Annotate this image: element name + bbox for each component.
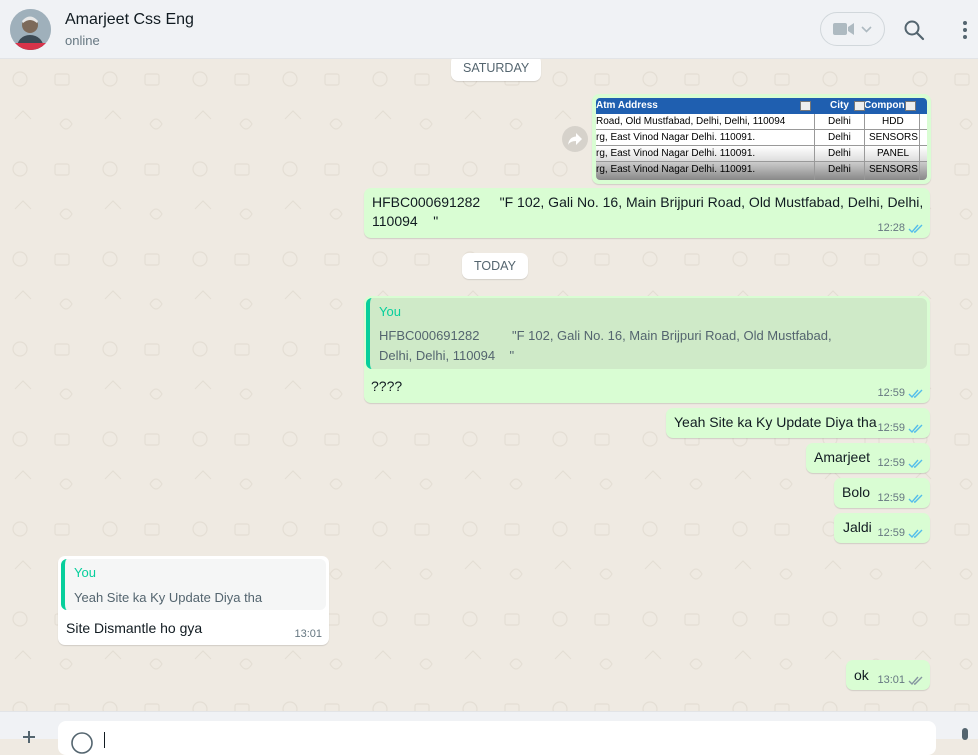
message-text: Site Dismantle ho gya xyxy=(66,620,203,636)
double-check-icon xyxy=(908,459,923,468)
message-text: ???? xyxy=(371,378,403,394)
contact-status: online xyxy=(65,33,100,48)
date-divider-saturday: SATURDAY xyxy=(451,59,542,81)
sheet-cell: Delhi xyxy=(828,132,851,143)
quote-text: Yeah Site ka Ky Update Diya tha xyxy=(74,590,263,605)
quote-text: Delhi, Delhi, 110094 " xyxy=(379,348,515,363)
outgoing-message[interactable]: ok 13:01 xyxy=(846,660,930,690)
sheet-cell: Road, Old Mustfabad, Delhi, Delhi, 11009… xyxy=(596,116,786,127)
message-meta: 12:59 xyxy=(877,527,924,539)
contact-name[interactable]: Amarjeet Css Eng xyxy=(65,11,194,29)
filter-dropdown-icon xyxy=(905,101,916,111)
message-time: 12:59 xyxy=(877,387,905,399)
quoted-message[interactable]: You HFBC000691282 "F 102, Gali No. 16, M… xyxy=(366,298,927,369)
quoted-message[interactable]: You Yeah Site ka Ky Update Diya tha xyxy=(61,559,326,610)
sheet-cell: rg, East Vinod Nagar Delhi. 110091. xyxy=(596,148,756,159)
outgoing-message[interactable]: Bolo 12:59 xyxy=(834,478,930,508)
sheet-cell: rg, East Vinod Nagar Delhi. 110091. xyxy=(596,132,756,143)
double-check-icon xyxy=(908,494,923,503)
sheet-header-component: Compon xyxy=(864,100,905,111)
incoming-reply-message[interactable]: You Yeah Site ka Ky Update Diya tha Site… xyxy=(58,556,329,645)
sheet-cell: SENSORS xyxy=(869,164,918,175)
message-text: HFBC000691282 "F 102, Gali No. 16, Main … xyxy=(372,194,924,210)
sheet-cell: PANEL xyxy=(877,148,910,159)
message-time: 12:59 xyxy=(877,457,905,469)
message-time: 12:59 xyxy=(877,492,905,504)
filter-dropdown-icon xyxy=(800,101,811,111)
sheet-cell: rg, East Vinod Nagar Delhi. 110091. xyxy=(596,164,756,175)
emoji-icon[interactable] xyxy=(70,731,94,755)
message-meta: 12:59 xyxy=(877,387,924,399)
message-time: 12:28 xyxy=(877,222,905,234)
message-text: Yeah Site ka Ky Update Diya tha xyxy=(674,414,877,430)
message-text: Amarjeet xyxy=(814,449,871,465)
chevron-down-icon xyxy=(861,25,872,33)
search-icon[interactable] xyxy=(902,18,926,42)
sheet-cell: HDD xyxy=(882,116,904,127)
message-meta: 12:59 xyxy=(877,422,924,434)
message-text: Bolo xyxy=(842,484,871,500)
date-divider-today: TODAY xyxy=(462,253,528,279)
message-meta: 13:01 xyxy=(877,674,924,686)
outgoing-message[interactable]: Amarjeet 12:59 xyxy=(806,443,930,473)
double-check-icon xyxy=(908,529,923,538)
message-meta: 12:28 xyxy=(877,222,924,234)
sheet-cell: Delhi xyxy=(828,164,851,175)
double-check-icon xyxy=(908,224,923,233)
sheet-header-address: Atm Address xyxy=(596,100,658,111)
double-check-icon xyxy=(908,389,923,398)
quote-author: You xyxy=(74,565,96,580)
contact-avatar[interactable] xyxy=(10,9,51,50)
message-text: Jaldi xyxy=(843,519,872,535)
video-camera-icon xyxy=(833,23,854,35)
sheet-cell: SENSORS xyxy=(869,132,918,143)
image-message[interactable]: Atm Address City Compon Road, Old Mustfa… xyxy=(592,94,931,184)
outgoing-message[interactable]: HFBC000691282 "F 102, Gali No. 16, Main … xyxy=(364,188,930,238)
message-meta: 12:59 xyxy=(877,457,924,469)
chat-header: Amarjeet Css Eng online xyxy=(0,0,978,59)
forward-icon xyxy=(568,133,582,145)
spreadsheet-image[interactable]: Atm Address City Compon Road, Old Mustfa… xyxy=(596,98,927,180)
message-time: 12:59 xyxy=(877,422,905,434)
sheet-cell: Delhi xyxy=(828,148,851,159)
filter-dropdown-icon xyxy=(854,101,865,111)
message-time: 13:01 xyxy=(877,674,905,686)
conversation-panel[interactable]: SATURDAY Atm Address City Compon Road, O… xyxy=(0,59,978,711)
message-time: 13:01 xyxy=(294,628,322,640)
message-meta: 12:59 xyxy=(877,492,924,504)
message-input[interactable] xyxy=(58,721,936,755)
text-cursor xyxy=(104,732,105,748)
message-time: 12:59 xyxy=(877,527,905,539)
forward-button[interactable] xyxy=(562,126,588,152)
message-meta: 13:01 xyxy=(294,628,322,640)
sheet-cell: Delhi xyxy=(828,116,851,127)
composer-bar xyxy=(0,711,978,755)
quote-author: You xyxy=(379,304,401,319)
outgoing-reply-message[interactable]: You HFBC000691282 "F 102, Gali No. 16, M… xyxy=(364,296,930,403)
video-call-button[interactable] xyxy=(820,12,885,46)
message-text: 110094 " xyxy=(372,213,439,229)
outgoing-message[interactable]: Yeah Site ka Ky Update Diya tha 12:59 xyxy=(666,408,930,438)
double-check-icon xyxy=(908,676,923,685)
quote-text: HFBC000691282 "F 102, Gali No. 16, Main … xyxy=(379,328,832,343)
attach-plus-icon[interactable] xyxy=(22,730,36,744)
menu-icon[interactable] xyxy=(958,18,972,42)
outgoing-message[interactable]: Jaldi 12:59 xyxy=(834,513,930,543)
microphone-icon[interactable] xyxy=(959,728,971,742)
message-text: ok xyxy=(854,667,869,683)
double-check-icon xyxy=(908,424,923,433)
